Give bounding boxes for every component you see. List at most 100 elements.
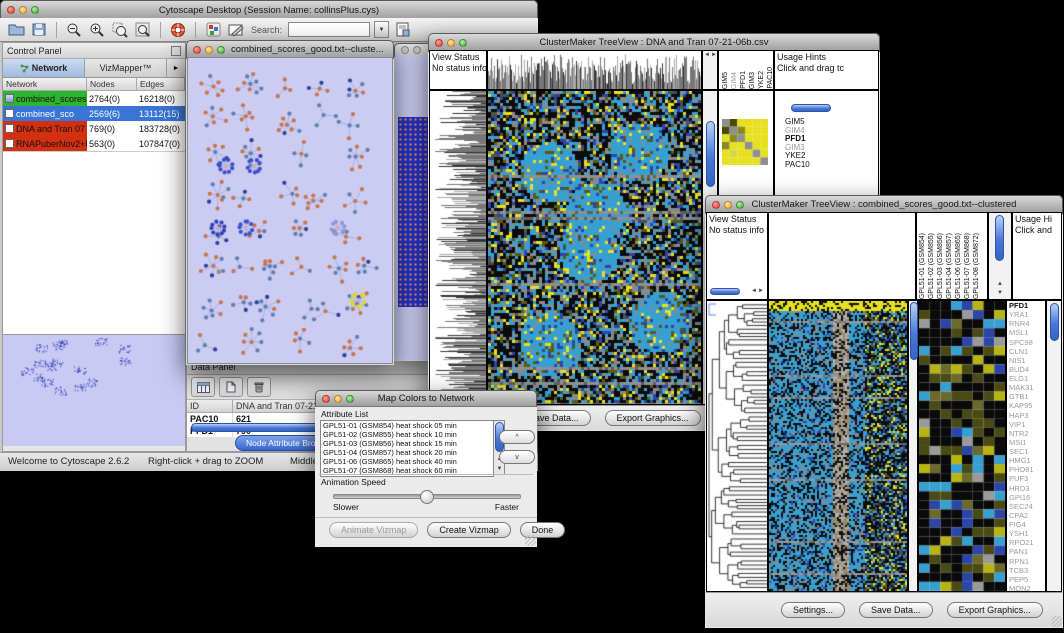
col-nodes[interactable]: Nodes (87, 78, 137, 91)
tv2-gene-label[interactable]: NTR2 (1007, 429, 1045, 438)
tv1-global-heatmap[interactable] (487, 90, 702, 405)
minimize-button[interactable] (413, 46, 421, 54)
tv2-gene-label[interactable]: FIG4 (1007, 520, 1045, 529)
tv2-button[interactable]: Save Data... (859, 602, 933, 618)
tv2-label-vscroll-thumb[interactable] (1050, 303, 1059, 341)
map-dialog-button[interactable]: Create Vizmap (427, 522, 510, 538)
more-tabs-arrow[interactable]: ► (167, 59, 185, 77)
tv1-column-label[interactable]: PFD1 (739, 71, 748, 89)
tv2-zoom-vscroll-thumb[interactable] (995, 215, 1004, 261)
open-file-icon[interactable] (6, 20, 26, 39)
network-list-row[interactable]: combined_sco2569(6)13112(15) (3, 106, 185, 121)
attribute-list-scrollbar[interactable]: ▲ ▼ (493, 420, 505, 475)
tab-network[interactable]: Network (3, 59, 85, 77)
scroll-down-icon[interactable]: ▼ (997, 290, 1003, 296)
network-view-canvas[interactable] (187, 57, 393, 364)
tv1-button[interactable]: Export Graphics... (605, 410, 701, 426)
new-attribute-icon[interactable] (219, 377, 243, 397)
tv1-column-dendrogram[interactable] (487, 50, 702, 90)
tv2-global-heatmap[interactable] (768, 300, 908, 592)
tv1-column-label[interactable]: YKE2 (757, 71, 766, 89)
tv2-array-label[interactable]: GPL51-07 (GSM868) (963, 233, 972, 299)
tv2-gene-label[interactable]: CLN1 (1007, 347, 1045, 356)
tv2-gene-label[interactable]: HAP3 (1007, 411, 1045, 420)
float-panel-icon[interactable] (171, 46, 181, 56)
main-title-bar[interactable]: Cytoscape Desktop (Session Name: collins… (0, 0, 538, 20)
col-network[interactable]: Network (3, 78, 87, 91)
zoom-selected-region-icon[interactable] (110, 20, 130, 39)
tv2-gene-label[interactable]: RPN1 (1007, 557, 1045, 566)
tv2-gene-label[interactable]: RPO21 (1007, 538, 1045, 547)
resize-grip[interactable] (1051, 616, 1062, 627)
tv2-gene-label[interactable]: PUF3 (1007, 474, 1045, 483)
tv2-gene-label[interactable]: CPA2 (1007, 511, 1045, 520)
tv2-gene-label[interactable]: MSL1 (1007, 328, 1045, 337)
tv2-gene-label[interactable]: PHO81 (1007, 465, 1045, 474)
network-list-row[interactable]: DNA and Tran 07769(0)183728(0) (3, 121, 185, 136)
tv1-column-label[interactable]: GIM4 (730, 72, 739, 89)
search-input[interactable] (288, 22, 370, 37)
attribute-list-item[interactable]: GPL51-01 (GSM854) heat shock 05 min (321, 421, 493, 430)
scroll-left-icon[interactable]: ◄ (704, 52, 710, 58)
minimize-button[interactable] (447, 39, 455, 47)
scroll-right-icon[interactable]: ► (711, 52, 717, 58)
tv2-label-vscrollbar[interactable] (1046, 300, 1062, 592)
tv2-gene-label[interactable]: PFD1 (1007, 301, 1045, 310)
minimize-button[interactable] (724, 201, 732, 209)
tv2-gene-label[interactable]: HMG1 (1007, 456, 1045, 465)
tv2-array-label[interactable]: GPL51-03 (GSM856) (936, 233, 945, 299)
attr-col-id[interactable]: ID (187, 400, 233, 413)
scroll-right-icon[interactable]: ► (758, 288, 764, 294)
tv2-gene-label[interactable]: PEP5 (1007, 575, 1045, 584)
tv1-gene-label[interactable]: PAC10 (783, 161, 810, 170)
zoom-fit-icon[interactable] (133, 20, 153, 39)
tv2-gene-label[interactable]: MAK31 (1007, 383, 1045, 392)
zoom-out-icon[interactable] (64, 20, 84, 39)
tv1-vscroll-thumb[interactable] (706, 121, 715, 187)
close-button[interactable] (7, 6, 15, 14)
attribute-list-item[interactable]: GPL51-06 (GSM865) heat shock 40 min (321, 457, 493, 466)
annotation-icon[interactable] (226, 20, 246, 39)
zoom-button[interactable] (736, 201, 744, 209)
scroll-up-icon[interactable]: ▲ (997, 281, 1003, 287)
tv2-gene-label[interactable]: VIP1 (1007, 420, 1045, 429)
tv2-array-label[interactable]: GPL51-01 (GSM854) (918, 233, 927, 299)
map-dialog-button[interactable]: Animate Vizmap (329, 522, 418, 538)
minimize-button[interactable] (205, 46, 213, 54)
help-lifesaver-icon[interactable] (168, 20, 188, 39)
tv2-global-vscrollbar[interactable] (908, 300, 918, 592)
move-up-button[interactable]: ^ (499, 430, 535, 444)
close-button[interactable] (193, 46, 201, 54)
scroll-left-icon[interactable]: ◄ (751, 288, 757, 294)
tv1-column-label[interactable]: GIM5 (721, 72, 730, 89)
minimize-button[interactable] (19, 6, 27, 14)
tv2-gene-label[interactable]: YRA1 (1007, 310, 1045, 319)
close-button[interactable] (435, 39, 443, 47)
tv1-gene-dendrogram[interactable] (429, 90, 487, 405)
tv2-zoom-heatmap[interactable] (918, 300, 1006, 592)
zoom-in-icon[interactable] (87, 20, 107, 39)
close-button[interactable] (712, 201, 720, 209)
scroll-down-icon[interactable]: ▼ (497, 466, 503, 472)
tv2-gene-label[interactable]: KAP95 (1007, 401, 1045, 410)
save-icon[interactable] (29, 20, 49, 39)
close-button[interactable] (401, 46, 409, 54)
tv1-label-hscrollbar[interactable] (791, 104, 831, 112)
tv2-gene-dendrogram[interactable] (706, 300, 768, 592)
network-overview-canvas[interactable] (3, 335, 185, 446)
tv1-column-label[interactable]: GIM3 (748, 72, 757, 89)
tv2-gene-label[interactable]: GTB1 (1007, 392, 1045, 401)
tv2-gene-label[interactable]: TCB3 (1007, 566, 1045, 575)
tv2-zoom-vscrollbar[interactable]: ▲ ▼ (988, 212, 1012, 300)
close-button[interactable] (322, 395, 330, 403)
tv2-array-label[interactable]: GPL51-06 (GSM865) (954, 233, 963, 299)
attribute-list-item[interactable]: GPL51-03 (GSM856) heat shock 15 min (321, 439, 493, 448)
tv2-gene-label[interactable]: PAN1 (1007, 547, 1045, 556)
zoom-button[interactable] (459, 39, 467, 47)
tv2-button[interactable]: Settings... (781, 602, 845, 618)
slider-thumb[interactable] (420, 490, 434, 504)
tv2-gene-label[interactable]: SPC98 (1007, 338, 1045, 347)
zoom-button[interactable] (31, 6, 39, 14)
tv2-gene-label[interactable]: YSH1 (1007, 529, 1045, 538)
resize-grip[interactable] (525, 535, 536, 546)
